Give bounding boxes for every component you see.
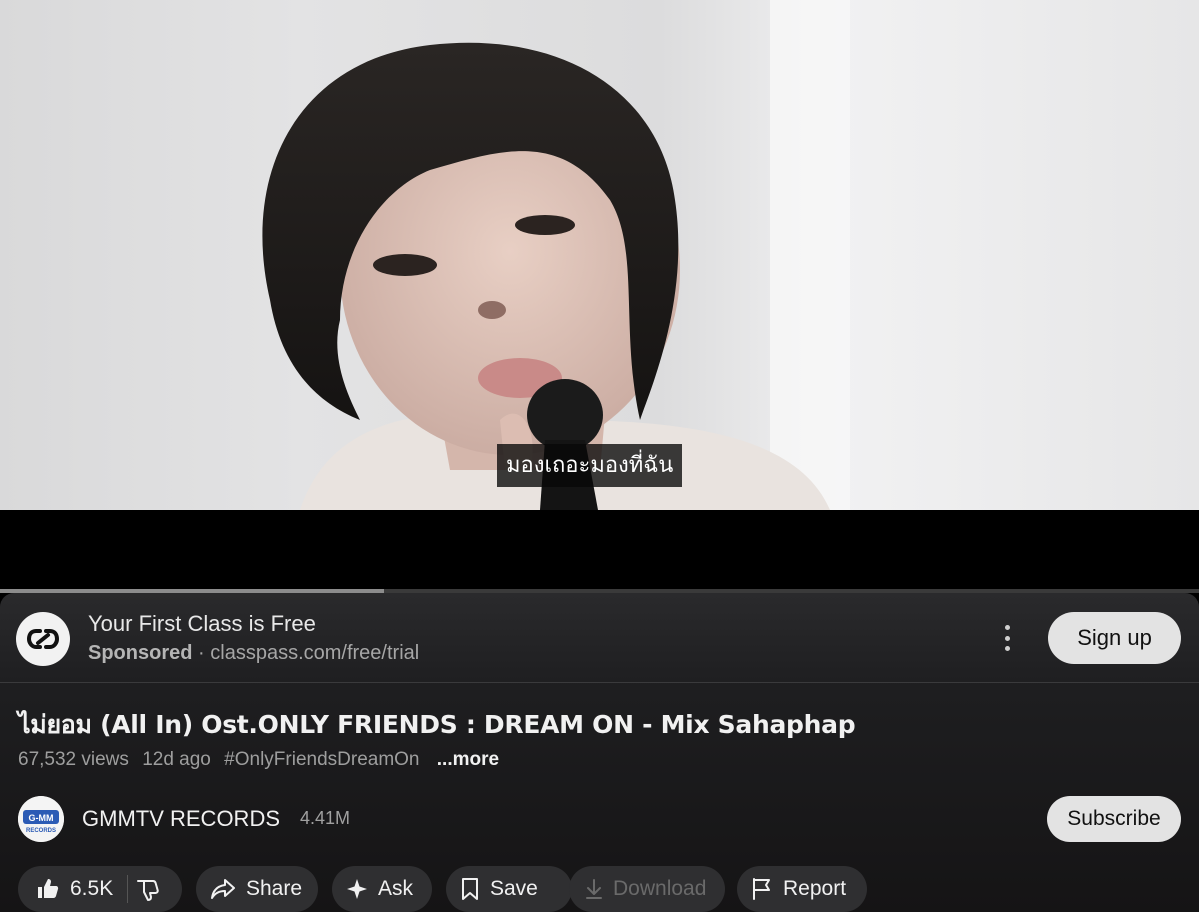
ad-title[interactable]: Your First Class is Free [88, 611, 316, 637]
video-player[interactable]: มองเถอะมองที่ฉัน [0, 0, 1199, 510]
view-count: 67,532 views [18, 749, 129, 770]
thumbs-up-icon [38, 879, 59, 898]
share-button[interactable]: Share [196, 866, 318, 912]
upload-age: 12d ago [142, 749, 211, 770]
hashtag-link[interactable]: #OnlyFriendsDreamOn [224, 749, 419, 770]
ad-meta: Sponsored · classpass.com/free/trial [88, 642, 419, 665]
channel-name[interactable]: GMMTV RECORDS [82, 806, 280, 832]
download-button[interactable]: Download [569, 866, 725, 912]
report-label: Report [783, 877, 847, 900]
sign-up-button[interactable]: Sign up [1048, 612, 1181, 664]
video-subtitle: มองเถอะมองที่ฉัน [497, 444, 683, 487]
like-divider [127, 875, 129, 903]
channel-avatar[interactable]: G-MM RECORDS [18, 796, 64, 842]
flag-icon [753, 878, 770, 900]
like-button[interactable]: 6.5K [18, 877, 113, 901]
video-details-panel: Your First Class is Free Sponsored · cla… [0, 593, 1199, 912]
thumbs-down-icon[interactable] [136, 877, 160, 901]
share-icon [211, 879, 235, 899]
video-letterbox [0, 510, 1199, 590]
like-count: 6.5K [70, 877, 114, 900]
video-meta[interactable]: 67,532 views 12d ago #OnlyFriendsDreamOn… [18, 749, 507, 771]
bookmark-icon [462, 878, 478, 900]
link-icon [16, 612, 70, 666]
sponsored-ad[interactable]: Your First Class is Free Sponsored · cla… [0, 593, 1199, 683]
download-label: Download [613, 877, 707, 900]
more-options-icon[interactable] [996, 623, 1018, 653]
ad-meta-separator: · [198, 642, 205, 664]
ask-button[interactable]: Ask [332, 866, 432, 912]
download-icon [586, 879, 602, 899]
video-title[interactable]: ไม่ยอม (All In) Ost.ONLY FRIENDS : DREAM… [18, 705, 856, 745]
save-label: Save [490, 877, 538, 900]
like-dislike-group: 6.5K [18, 866, 182, 912]
share-label: Share [246, 877, 303, 900]
channel-avatar-text: G-MM [29, 813, 54, 823]
subscriber-count: 4.41M [300, 808, 351, 828]
ad-url[interactable]: classpass.com/free/trial [210, 642, 419, 664]
ask-label: Ask [378, 877, 414, 900]
sparkle-icon [347, 879, 367, 899]
sponsored-label: Sponsored [88, 642, 193, 664]
channel-avatar-subtext: RECORDS [26, 828, 56, 834]
save-button[interactable]: Save [446, 866, 572, 912]
subscribe-button[interactable]: Subscribe [1047, 796, 1181, 842]
report-button[interactable]: Report [737, 866, 867, 912]
video-frame-image [262, 0, 850, 510]
more-link[interactable]: ...more [437, 749, 499, 770]
